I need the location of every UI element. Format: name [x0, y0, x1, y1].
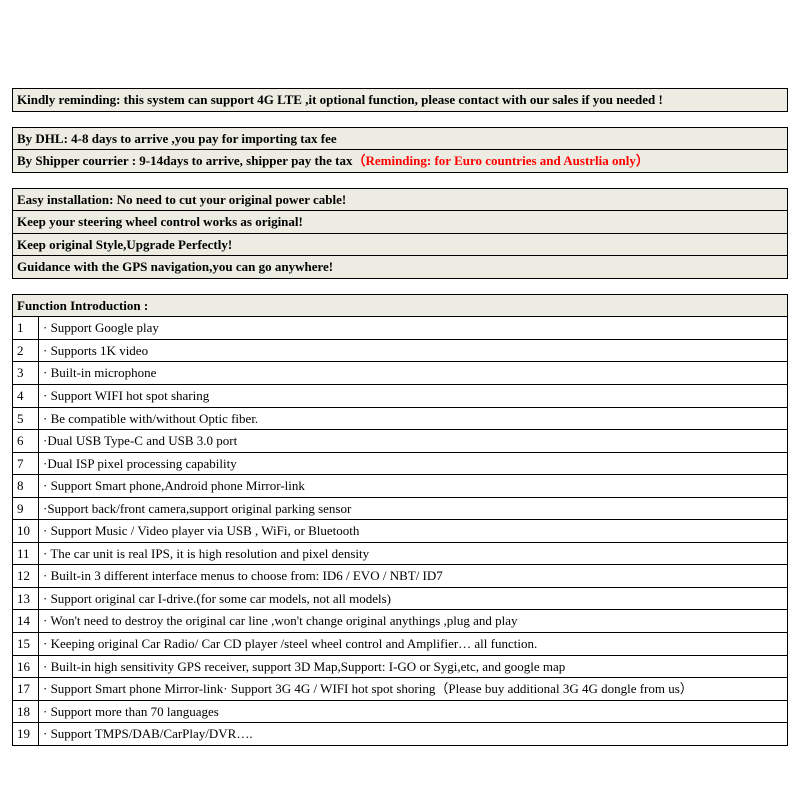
table-row: 18· Support more than 70 languages: [13, 700, 788, 723]
highlight-text: Guidance with the GPS navigation,you can…: [13, 256, 788, 279]
row-text: · Keeping original Car Radio/ Car CD pla…: [39, 633, 788, 656]
row-text: · Support Music / Video player via USB ,…: [39, 520, 788, 543]
row-number: 15: [13, 633, 39, 656]
notice-text: Kindly reminding: this system can suppor…: [13, 89, 788, 112]
spacer: [13, 172, 788, 188]
row-number: 11: [13, 542, 39, 565]
row-text: · Support WIFI hot spot sharing: [39, 385, 788, 408]
shipping-dhl-text: By DHL: 4-8 days to arrive ,you pay for …: [13, 127, 788, 150]
row-number: 18: [13, 700, 39, 723]
row-number: 6: [13, 430, 39, 453]
row-text: · Support Smart phone Mirror-link· Suppo…: [39, 678, 788, 701]
row-text: · Supports 1K video: [39, 339, 788, 362]
table-row: 15· Keeping original Car Radio/ Car CD p…: [13, 633, 788, 656]
row-text: ·Dual ISP pixel processing capability: [39, 452, 788, 475]
shipping-courier-row: By Shipper courrier : 9-14days to arrive…: [13, 150, 788, 173]
row-number: 19: [13, 723, 39, 746]
table-row: 16· Built-in high sensitivity GPS receiv…: [13, 655, 788, 678]
row-number: 8: [13, 475, 39, 498]
row-text: · Built-in high sensitivity GPS receiver…: [39, 655, 788, 678]
row-number: 7: [13, 452, 39, 475]
row-number: 10: [13, 520, 39, 543]
row-text: ·Support back/front camera,support origi…: [39, 497, 788, 520]
highlight-text: Easy installation: No need to cut your o…: [13, 188, 788, 211]
row-number: 17: [13, 678, 39, 701]
table-row: 19· Support TMPS/DAB/CarPlay/DVR….: [13, 723, 788, 746]
function-intro-title: Function Introduction :: [13, 294, 788, 317]
row-number: 14: [13, 610, 39, 633]
table-row: 9·Support back/front camera,support orig…: [13, 497, 788, 520]
highlight-text: Keep original Style,Upgrade Perfectly!: [13, 233, 788, 256]
table-row: 2· Supports 1K video: [13, 339, 788, 362]
table-row: 17· Support Smart phone Mirror-link· Sup…: [13, 678, 788, 701]
table-row: 13· Support original car I-drive.(for so…: [13, 587, 788, 610]
row-text: · Support Smart phone,Android phone Mirr…: [39, 475, 788, 498]
spacer: [13, 111, 788, 127]
table-row: 1· Support Google play: [13, 317, 788, 340]
function-intro-title-row: Function Introduction :: [13, 294, 788, 317]
spacer: [13, 278, 788, 294]
table-row: 8· Support Smart phone,Android phone Mir…: [13, 475, 788, 498]
row-text: ·Dual USB Type-C and USB 3.0 port: [39, 430, 788, 453]
row-text: · Support TMPS/DAB/CarPlay/DVR….: [39, 723, 788, 746]
row-number: 5: [13, 407, 39, 430]
row-number: 2: [13, 339, 39, 362]
highlight-row: Keep your steering wheel control works a…: [13, 211, 788, 234]
table-row: 7·Dual ISP pixel processing capability: [13, 452, 788, 475]
table-row: 3· Built-in microphone: [13, 362, 788, 385]
notice-row: Kindly reminding: this system can suppor…: [13, 89, 788, 112]
row-number: 3: [13, 362, 39, 385]
table-row: 12· Built-in 3 different interface menus…: [13, 565, 788, 588]
row-text: · Built-in microphone: [39, 362, 788, 385]
table-row: 4· Support WIFI hot spot sharing: [13, 385, 788, 408]
row-number: 1: [13, 317, 39, 340]
row-number: 12: [13, 565, 39, 588]
spec-table: Kindly reminding: this system can suppor…: [12, 88, 788, 746]
row-text: · Built-in 3 different interface menus t…: [39, 565, 788, 588]
row-text: · Support original car I-drive.(for some…: [39, 587, 788, 610]
courier-prefix: By Shipper courrier : 9-14days to arrive…: [17, 153, 352, 168]
courier-warning: （Reminding: for Euro countries and Austr…: [352, 153, 648, 168]
table-row: 6·Dual USB Type-C and USB 3.0 port: [13, 430, 788, 453]
highlight-row: Easy installation: No need to cut your o…: [13, 188, 788, 211]
row-number: 13: [13, 587, 39, 610]
row-number: 9: [13, 497, 39, 520]
row-number: 16: [13, 655, 39, 678]
table-row: 14· Won't need to destroy the original c…: [13, 610, 788, 633]
row-text: · The car unit is real IPS, it is high r…: [39, 542, 788, 565]
highlight-row: Keep original Style,Upgrade Perfectly!: [13, 233, 788, 256]
row-text: · Support Google play: [39, 317, 788, 340]
shipping-courier-text: By Shipper courrier : 9-14days to arrive…: [13, 150, 788, 173]
table-row: 11· The car unit is real IPS, it is high…: [13, 542, 788, 565]
row-number: 4: [13, 385, 39, 408]
table-row: 10· Support Music / Video player via USB…: [13, 520, 788, 543]
shipping-dhl-row: By DHL: 4-8 days to arrive ,you pay for …: [13, 127, 788, 150]
highlight-text: Keep your steering wheel control works a…: [13, 211, 788, 234]
table-row: 5· Be compatible with/without Optic fibe…: [13, 407, 788, 430]
row-text: · Support more than 70 languages: [39, 700, 788, 723]
highlight-row: Guidance with the GPS navigation,you can…: [13, 256, 788, 279]
row-text: · Won't need to destroy the original car…: [39, 610, 788, 633]
row-text: · Be compatible with/without Optic fiber…: [39, 407, 788, 430]
